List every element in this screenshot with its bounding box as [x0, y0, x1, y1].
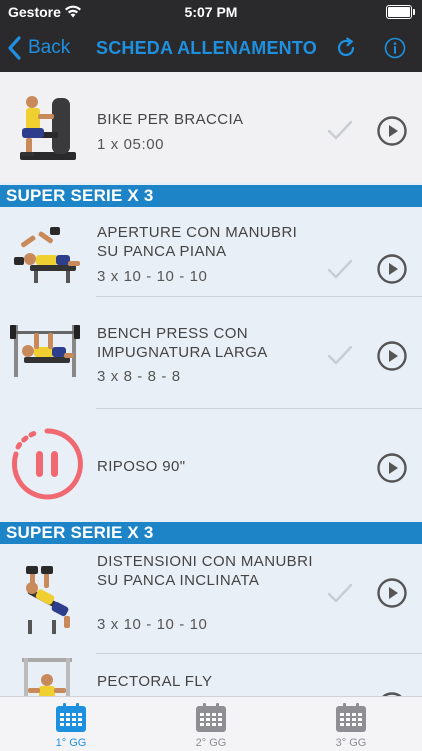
exercise-thumbnail: [22, 658, 72, 696]
info-icon[interactable]: [384, 37, 406, 59]
status-time: 5:07 PM: [184, 4, 238, 20]
exercise-row[interactable]: APERTURE CON MANUBRI SU PANCA PIANA 3 x …: [0, 207, 422, 297]
tab-bar: 1° GG 2° GG 3° GG: [0, 696, 422, 751]
exercise-name: PECTORAL FLY: [97, 673, 213, 690]
check-icon[interactable]: [326, 118, 354, 142]
tab-label: 1° GG: [55, 737, 87, 749]
play-button[interactable]: [377, 453, 407, 483]
tab-day-1[interactable]: 1° GG: [31, 697, 111, 751]
play-button[interactable]: [377, 254, 407, 284]
exercise-reps: 3 x 8 - 8 - 8: [97, 368, 181, 385]
section-header: SUPER SERIE X 3: [0, 522, 422, 544]
exercise-thumbnail: [14, 227, 80, 283]
tab-label: 3° GG: [335, 737, 367, 749]
exercise-name: BENCH PRESS CON IMPUGNATURA LARGA: [97, 325, 268, 361]
back-label: Back: [28, 37, 71, 58]
exercise-row[interactable]: BIKE PER BRACCIA 1 x 05:00: [0, 72, 422, 182]
section-header: SUPER SERIE X 3: [0, 185, 422, 207]
exercise-thumbnail: [20, 96, 76, 160]
calendar-icon: [336, 703, 366, 732]
back-chevron-icon: [8, 36, 21, 60]
exercise-name: APERTURE CON MANUBRI SU PANCA PIANA: [97, 224, 298, 260]
check-icon[interactable]: [326, 581, 354, 605]
check-icon[interactable]: [326, 257, 354, 281]
exercise-reps: 1 x 05:00: [97, 136, 165, 153]
exercise-list[interactable]: BIKE PER BRACCIA 1 x 05:00 SUPER SERIE X…: [0, 72, 422, 696]
exercise-name: BIKE PER BRACCIA: [97, 111, 244, 128]
play-button[interactable]: [377, 116, 407, 146]
refresh-icon[interactable]: [334, 36, 358, 60]
battery-icon: [386, 5, 415, 19]
play-button[interactable]: [377, 578, 407, 608]
exercise-row[interactable]: PECTORAL FLY: [0, 654, 422, 696]
tab-day-3[interactable]: 3° GG: [311, 697, 391, 751]
tab-label: 2° GG: [195, 737, 227, 749]
rest-row[interactable]: RIPOSO 90": [0, 409, 422, 519]
exercise-name: DISTENSIONI CON MANUBRI SU PANCA INCLINA…: [97, 553, 313, 589]
exercise-row[interactable]: DISTENSIONI CON MANUBRI SU PANCA INCLINA…: [0, 544, 422, 654]
play-button[interactable]: [377, 341, 407, 371]
exercise-row[interactable]: BENCH PRESS CON IMPUGNATURA LARGA 3 x 8 …: [0, 297, 422, 409]
calendar-icon: [196, 703, 226, 732]
exercise-reps: 3 x 10 - 10 - 10: [97, 268, 208, 285]
exercise-thumbnail: [26, 566, 70, 634]
check-icon[interactable]: [326, 343, 354, 367]
back-button[interactable]: Back: [8, 34, 70, 62]
exercise-name: RIPOSO 90": [97, 458, 186, 475]
pause-timer-icon: [11, 428, 83, 500]
page-title: SCHEDA ALLENAMENTO: [96, 38, 317, 58]
calendar-icon: [56, 703, 86, 732]
tab-day-2[interactable]: 2° GG: [171, 697, 251, 751]
exercise-thumbnail: [10, 325, 80, 377]
top-bar: Gestore 5:07 PM Back SCHEDA ALLENAMENTO: [0, 0, 422, 72]
exercise-reps: 3 x 10 - 10 - 10: [97, 616, 208, 633]
